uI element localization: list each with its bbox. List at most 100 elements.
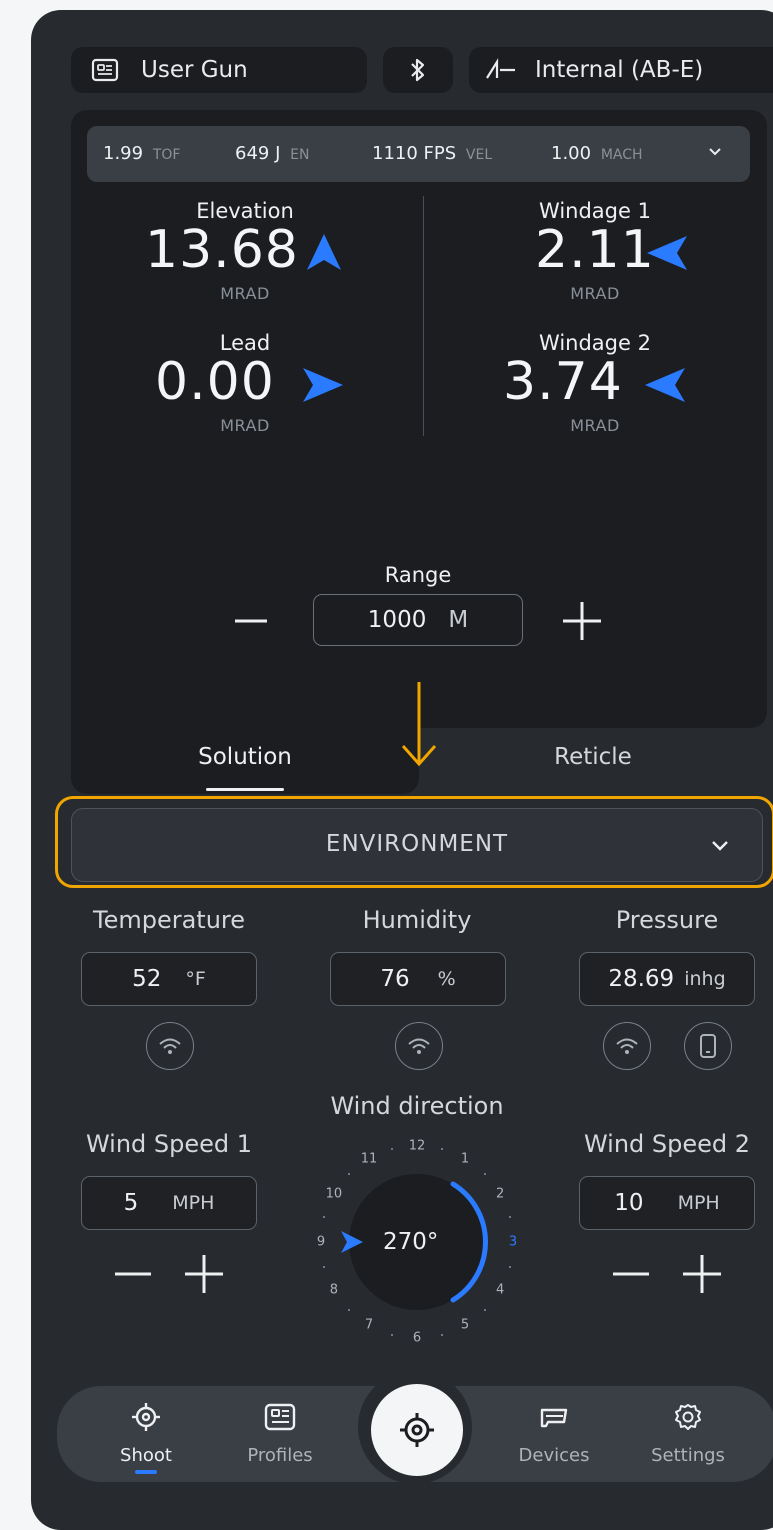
- mach-unit: MACH: [600, 147, 643, 163]
- stats-bar[interactable]: 1.99 TOF 649 J EN 1110 FPS VEL 1.00 MACH: [87, 126, 750, 182]
- elevation-unit: MRAD: [220, 284, 270, 303]
- temperature-value: 52: [132, 966, 162, 992]
- chevron-down-icon[interactable]: [707, 146, 723, 158]
- humidity-unit: %: [437, 968, 456, 990]
- crosshair-icon: [132, 1403, 160, 1431]
- wifi-icon: [616, 1038, 638, 1054]
- dial-tick: [440, 1333, 443, 1336]
- center-shoot-button[interactable]: [371, 1384, 463, 1476]
- pressure-input[interactable]: 28.69 inhg: [579, 952, 755, 1006]
- dial-tick: [483, 1173, 486, 1176]
- arrow-right-icon: [303, 368, 343, 402]
- brand-logo-icon: [486, 58, 515, 79]
- wifi-icon: [408, 1038, 430, 1054]
- wind-speed1-input[interactable]: 5 MPH: [81, 1176, 257, 1230]
- tab-solution[interactable]: Solution: [145, 744, 345, 770]
- lead-unit: MRAD: [220, 416, 270, 435]
- wind-speed2-unit: MPH: [677, 1192, 720, 1214]
- dial-number-10: 10: [325, 1186, 343, 1202]
- minus-icon[interactable]: [609, 1252, 653, 1296]
- velocity-unit: VEL: [465, 147, 493, 163]
- dial-tick: [483, 1308, 486, 1311]
- arrow-left-icon: [645, 368, 685, 402]
- dial-tick: [391, 1333, 394, 1336]
- gear-icon: [675, 1404, 701, 1430]
- wind-speed1-value: 5: [123, 1190, 139, 1216]
- dial-number-1: 1: [460, 1151, 470, 1167]
- dial-number-5: 5: [460, 1317, 470, 1333]
- range-label: Range: [384, 563, 452, 587]
- wifi-icon: [159, 1038, 181, 1054]
- humidity-input[interactable]: 76 %: [330, 952, 506, 1006]
- range-input[interactable]: 1000 M: [313, 594, 523, 646]
- wind-pointer-icon: [341, 1231, 363, 1253]
- pressure-unit: inhg: [684, 968, 726, 990]
- dial-number-7: 7: [364, 1317, 374, 1333]
- device-selector-button[interactable]: Internal (AB-E): [469, 47, 773, 93]
- dial-number-12: 12: [408, 1138, 426, 1154]
- pressure-wifi-button[interactable]: [603, 1022, 651, 1070]
- wind-speed2-input[interactable]: 10 MPH: [579, 1176, 755, 1230]
- temperature-input[interactable]: 52 °F: [81, 952, 257, 1006]
- minus-icon[interactable]: [231, 606, 271, 636]
- temperature-unit: °F: [185, 968, 206, 990]
- nav-label-devices: Devices: [518, 1445, 590, 1466]
- dial-tick: [348, 1308, 351, 1311]
- device-icon: [540, 1408, 568, 1428]
- nav-label-shoot: Shoot: [120, 1445, 172, 1466]
- tab-reticle[interactable]: Reticle: [493, 744, 693, 770]
- bluetooth-button[interactable]: [383, 47, 453, 93]
- device-label: Internal (AB-E): [535, 57, 704, 83]
- dial-number-9: 9: [316, 1234, 326, 1250]
- chevron-down-icon: [712, 841, 728, 851]
- wind-direction-label: Wind direction: [330, 1092, 504, 1120]
- range-value: 1000: [367, 607, 427, 633]
- pressure-value: 28.69: [608, 966, 675, 992]
- environment-title: ENVIRONMENT: [325, 831, 509, 857]
- app-window: User Gun Internal (AB-E) 1.99 TOF 649 J …: [31, 10, 773, 1530]
- temperature-label: Temperature: [92, 906, 246, 934]
- temperature-wifi-button[interactable]: [146, 1022, 194, 1070]
- plus-icon[interactable]: [559, 598, 605, 644]
- pressure-phone-button[interactable]: [684, 1022, 732, 1070]
- tab-solution-underline: [206, 788, 284, 791]
- humidity-wifi-button[interactable]: [395, 1022, 443, 1070]
- minus-icon[interactable]: [111, 1252, 155, 1296]
- humidity-value: 76: [380, 966, 410, 992]
- arrow-up-icon: [307, 234, 341, 270]
- nav-item-profiles[interactable]: Profiles: [235, 1402, 325, 1466]
- wind-speed2-label: Wind Speed 2: [583, 1130, 751, 1158]
- solution-divider: [423, 196, 424, 436]
- wind-speed1-label: Wind Speed 1: [85, 1130, 253, 1158]
- crosshair-icon: [400, 1413, 434, 1447]
- id-card-icon: [264, 1403, 296, 1431]
- windage1-unit: MRAD: [570, 284, 620, 303]
- nav-active-indicator: [135, 1470, 157, 1474]
- velocity-value: 1110 FPS: [372, 143, 457, 164]
- nav-item-settings[interactable]: Settings: [643, 1402, 733, 1466]
- plus-icon[interactable]: [181, 1251, 227, 1297]
- environment-dropdown[interactable]: ENVIRONMENT: [71, 808, 763, 882]
- nav-item-devices[interactable]: Devices: [509, 1402, 599, 1466]
- phone-icon: [700, 1034, 716, 1058]
- dial-number-8: 8: [329, 1282, 338, 1298]
- energy-unit: EN: [290, 147, 310, 163]
- nav-item-shoot[interactable]: Shoot: [101, 1402, 191, 1474]
- plus-icon[interactable]: [679, 1251, 725, 1297]
- mach-value: 1.00: [551, 143, 592, 164]
- dial-number-3: 3: [508, 1234, 518, 1250]
- annotation-arrow-icon: [401, 682, 437, 767]
- windage2-unit: MRAD: [570, 416, 620, 435]
- gun-profile-button[interactable]: User Gun: [71, 47, 367, 93]
- windage2-value: 3.74: [503, 352, 623, 412]
- range-unit: M: [448, 607, 469, 633]
- energy-value: 649 J: [235, 143, 281, 164]
- wind-direction-value: 270°: [383, 1229, 439, 1255]
- wind-direction-dial[interactable]: 270° 12 1 2 3 4 5 6 7 8 9 10 11: [303, 1128, 531, 1356]
- tof-value: 1.99: [103, 143, 144, 164]
- gun-profile-label: User Gun: [141, 57, 248, 83]
- dial-number-4: 4: [495, 1282, 505, 1298]
- dial-number-2: 2: [495, 1186, 505, 1202]
- dial-number-11: 11: [360, 1151, 378, 1167]
- nav-label-profiles: Profiles: [247, 1445, 313, 1466]
